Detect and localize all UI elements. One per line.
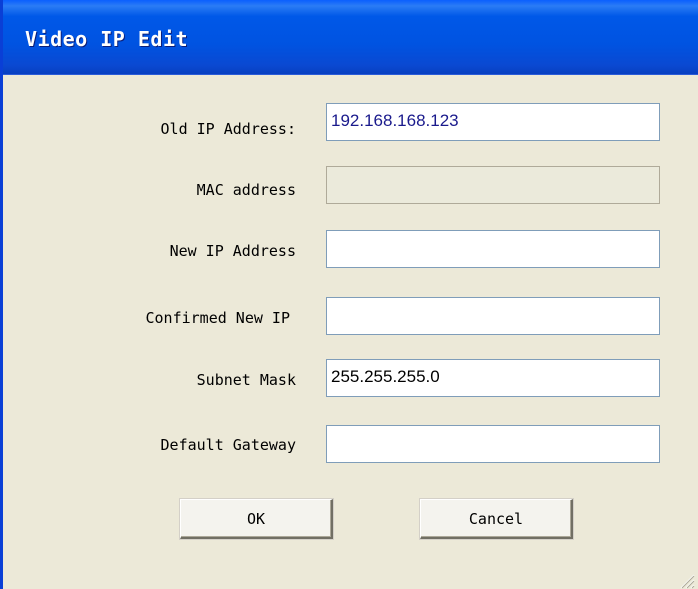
ok-button[interactable]: OK	[180, 499, 333, 539]
new-ip-label: New IP Address	[169, 242, 296, 260]
new-ip-field[interactable]	[326, 230, 660, 268]
dialog-window: Video IP Edit Old IP Address: 192.168.16…	[0, 0, 698, 589]
dialog-body: Old IP Address: 192.168.168.123 MAC addr…	[6, 75, 698, 589]
confirm-ip-label: Confirmed New IP	[145, 309, 291, 327]
old-ip-field[interactable]: 192.168.168.123	[326, 103, 660, 141]
old-ip-label: Old IP Address:	[160, 120, 296, 138]
title-bar[interactable]: Video IP Edit	[3, 0, 698, 75]
window-title: Video IP Edit	[25, 27, 189, 51]
subnet-mask-field[interactable]: 255.255.255.0	[326, 359, 660, 397]
default-gateway-field[interactable]	[326, 425, 660, 463]
mac-address-label: MAC address	[196, 181, 296, 199]
confirm-ip-field[interactable]	[326, 297, 660, 335]
resize-grip-icon[interactable]	[677, 571, 695, 589]
cancel-button[interactable]: Cancel	[420, 499, 573, 539]
subnet-mask-label: Subnet Mask	[196, 371, 296, 389]
mac-address-field	[326, 166, 660, 204]
default-gateway-label: Default Gateway	[160, 436, 296, 454]
